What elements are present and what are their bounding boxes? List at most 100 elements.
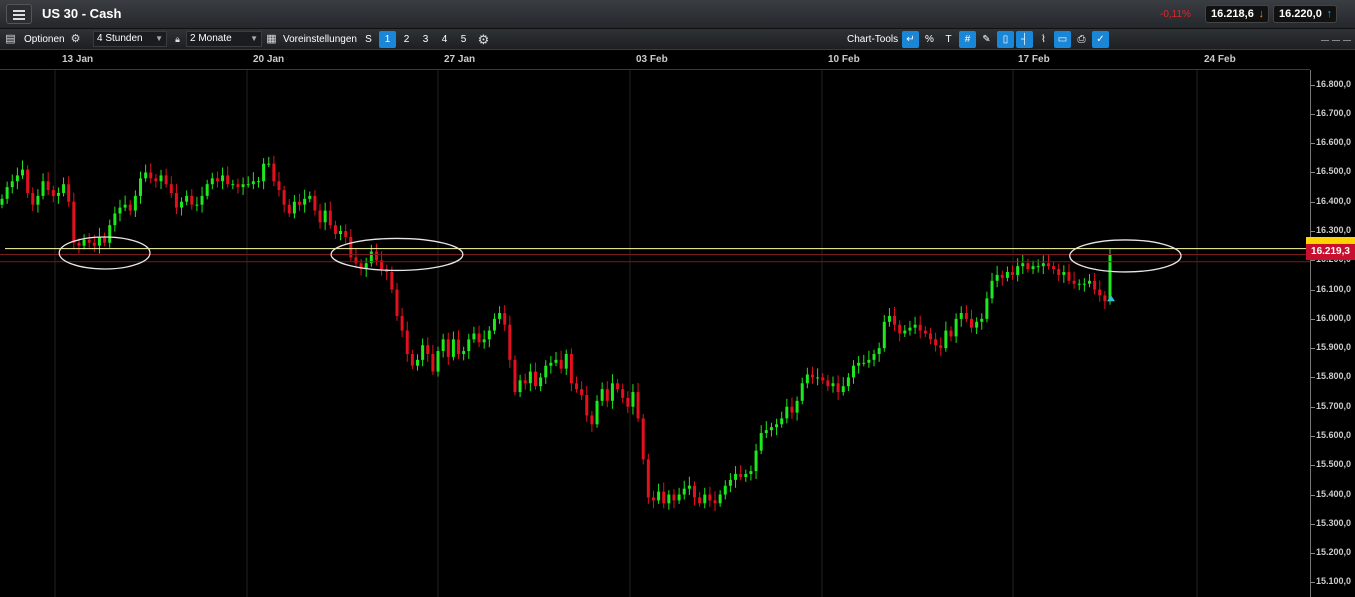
candle-body — [93, 243, 96, 246]
y-axis-label: 15.600,0 — [1316, 430, 1351, 440]
preset-4-button[interactable]: 4 — [436, 31, 453, 48]
bar-chart-icon[interactable]: ┤ — [1016, 31, 1033, 48]
calendar-icon[interactable]: ▦ — [264, 32, 279, 47]
candle-body — [498, 313, 501, 319]
candle-body — [57, 193, 60, 196]
settings-wrench-icon[interactable]: ✓ — [1092, 31, 1109, 48]
y-axis-label: 16.000,0 — [1316, 313, 1351, 323]
candle-body — [313, 196, 316, 211]
gear-icon[interactable]: ⚙ — [476, 32, 491, 47]
preset-2-button[interactable]: 2 — [398, 31, 415, 48]
candle-body — [108, 225, 111, 243]
buy-arrow-icon: ↑ — [1327, 6, 1333, 22]
line-chart-icon[interactable]: ⌇ — [1035, 31, 1052, 48]
date-label: 20 Jan — [253, 54, 284, 65]
candle-body — [508, 325, 511, 360]
candle-body — [226, 175, 229, 184]
grid-icon[interactable]: # — [959, 31, 976, 48]
lock-icon[interactable]: 🔒︎ — [170, 32, 185, 47]
preset-1-button[interactable]: 1 — [379, 31, 396, 48]
close-icon[interactable] — [1343, 40, 1351, 41]
candle-body — [601, 389, 604, 401]
candle-body — [1098, 290, 1101, 296]
candle-body — [991, 281, 994, 299]
candle-body — [298, 202, 301, 205]
candle-body — [221, 175, 224, 181]
chart-tools-label: Chart-Tools — [847, 32, 898, 47]
restore-icon[interactable] — [1332, 40, 1340, 41]
candle-body — [770, 427, 773, 430]
candle-body — [744, 474, 747, 477]
gear-icon[interactable]: ⚙ — [68, 32, 83, 47]
candle-body — [965, 313, 968, 319]
candle-body — [1042, 263, 1045, 266]
y-axis-label: 15.700,0 — [1316, 401, 1351, 411]
candle-body — [647, 459, 650, 497]
y-tick — [1311, 319, 1315, 320]
candle-body — [811, 374, 814, 377]
candle-body — [878, 348, 881, 354]
candle-body — [77, 243, 80, 246]
date-label: 27 Jan — [444, 54, 475, 65]
buy-quote-button[interactable]: 16.220,0 ↑ — [1273, 5, 1337, 23]
candle-body — [144, 172, 147, 178]
preset-s-button[interactable]: S — [360, 31, 377, 48]
options-icon[interactable]: ▤ — [3, 32, 18, 47]
candle-body — [1052, 266, 1055, 269]
interval-dropdown[interactable]: 4 Stunden ▼ — [93, 31, 167, 47]
candle-chart-icon[interactable]: ▯ — [997, 31, 1014, 48]
period-dropdown[interactable]: 2 Monate ▼ — [186, 31, 262, 47]
candle-body — [790, 407, 793, 413]
candle-body — [467, 339, 470, 351]
candle-body — [908, 328, 911, 331]
candlestick-chart[interactable] — [0, 70, 1310, 597]
candle-body — [698, 497, 701, 503]
hamburger-menu-icon[interactable] — [6, 4, 32, 24]
candle-body — [165, 175, 168, 184]
preset-3-button[interactable]: 3 — [417, 31, 434, 48]
options-label[interactable]: Optionen — [24, 32, 65, 47]
candle-body — [765, 430, 768, 433]
candle-body — [703, 495, 706, 504]
candle-body — [1067, 272, 1070, 281]
drawing-tool-icon[interactable]: ✎ — [978, 31, 995, 48]
candle-body — [411, 354, 414, 366]
trade-marker-icon — [1107, 295, 1115, 301]
y-axis-label: 16.700,0 — [1316, 108, 1351, 118]
candle-body — [596, 401, 599, 424]
candle-body — [590, 415, 593, 424]
preset-5-button[interactable]: 5 — [455, 31, 472, 48]
presets-label[interactable]: Voreinstellungen — [283, 32, 357, 47]
candle-body — [642, 418, 645, 459]
candle-body — [631, 392, 634, 407]
text-tool-icon[interactable]: T — [940, 31, 957, 48]
candle-body — [816, 377, 819, 378]
candle-body — [714, 500, 717, 503]
percent-icon[interactable]: % — [921, 31, 938, 48]
candle-body — [247, 184, 250, 185]
y-tick — [1311, 407, 1315, 408]
chart-toolbar: ▤ Optionen ⚙ 4 Stunden ▼ 🔒︎ 2 Monate ▼ ▦… — [0, 29, 1355, 50]
candle-body — [262, 164, 265, 182]
print-icon[interactable]: ⎙ — [1073, 31, 1090, 48]
candle-body — [775, 424, 778, 427]
period-value: 2 Monate — [190, 33, 232, 44]
candle-body — [544, 366, 547, 378]
y-axis-label: 16.600,0 — [1316, 137, 1351, 147]
y-tick — [1311, 290, 1315, 291]
candle-body — [883, 322, 886, 348]
candle-body — [83, 240, 86, 246]
candle-body — [134, 196, 137, 211]
minimize-icon[interactable] — [1321, 40, 1329, 41]
candle-body — [708, 495, 711, 501]
area-chart-icon[interactable]: ▭ — [1054, 31, 1071, 48]
candle-body — [67, 184, 70, 202]
candle-body — [580, 389, 583, 395]
candle-body — [493, 319, 496, 331]
candle-body — [724, 486, 727, 495]
sell-quote-button[interactable]: 16.218,6 ↓ — [1205, 5, 1269, 23]
candle-body — [206, 184, 209, 196]
y-tick — [1311, 377, 1315, 378]
candle-body — [1093, 281, 1096, 290]
crosshair-icon[interactable]: ↵ — [902, 31, 919, 48]
